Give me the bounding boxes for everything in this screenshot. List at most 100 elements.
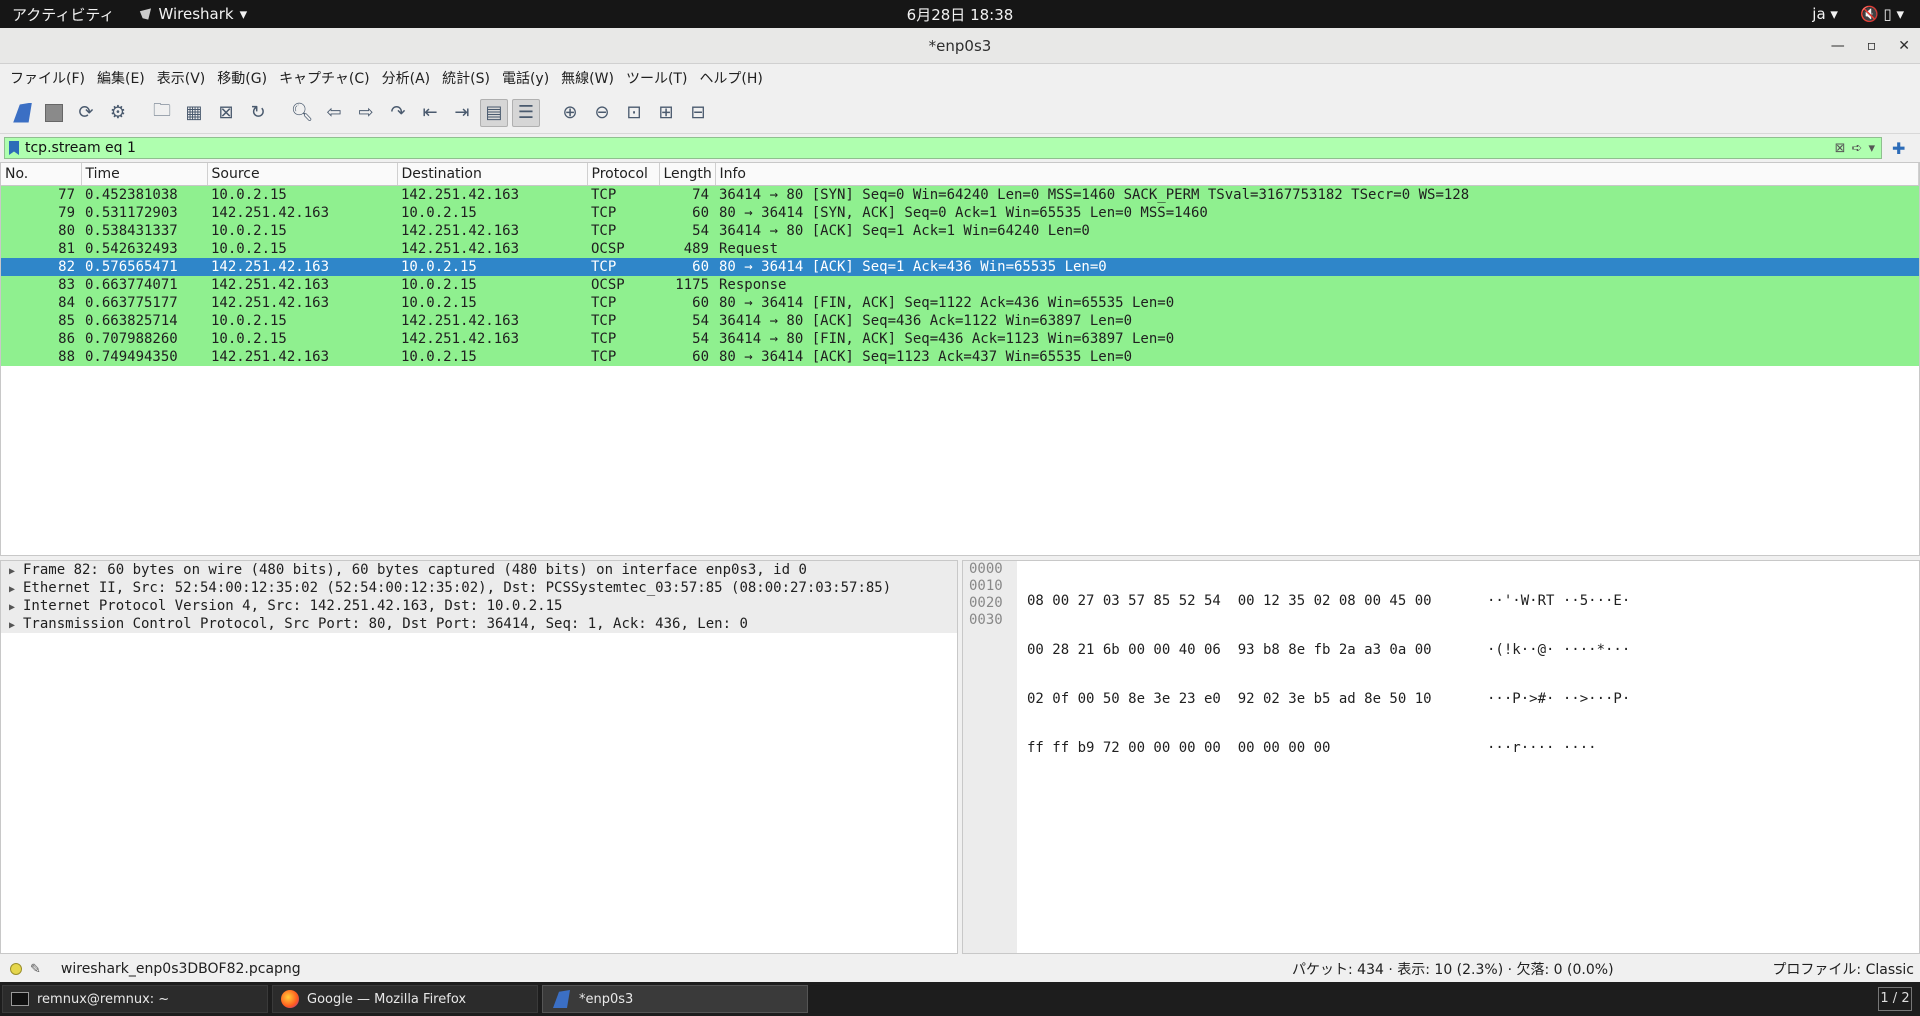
close-file-button[interactable]: ⊠	[212, 99, 240, 127]
taskbar-item-terminal[interactable]: remnux@remnux: ~	[2, 985, 268, 1013]
expand-arrow-icon[interactable]: ▶	[9, 599, 23, 615]
reload-file-button[interactable]: ↻	[244, 99, 272, 127]
packet-row[interactable]: 86 0.707988260 10.0.2.15 142.251.42.163 …	[1, 329, 1919, 348]
packet-row[interactable]: 84 0.663775177 142.251.42.163 10.0.2.15 …	[1, 293, 1919, 312]
minimize-button[interactable]: —	[1831, 28, 1845, 64]
go-forward-button[interactable]: ⇨	[352, 99, 380, 127]
menu-wireless[interactable]: 無線(W)	[555, 68, 620, 88]
column-header-length[interactable]: Length	[659, 163, 716, 186]
expand-arrow-icon[interactable]: ▶	[9, 617, 23, 633]
resize-columns-button[interactable]: ⊞	[652, 99, 680, 127]
terminal-icon	[11, 992, 29, 1006]
packet-row-selected[interactable]: 82 0.576565471 142.251.42.163 10.0.2.15 …	[1, 257, 1919, 276]
expand-arrow-icon[interactable]: ▶	[9, 563, 23, 579]
capture-comment-icon[interactable]: ✎	[30, 962, 41, 977]
system-menu[interactable]: 🔇 ▯ ▾	[1860, 5, 1904, 23]
normal-size-button[interactable]: ⊡	[620, 99, 648, 127]
packet-info: 36414 → 80 [FIN, ACK] Seq=436 Ack=1123 W…	[719, 330, 1175, 347]
clock[interactable]: 6月28日 18:38	[907, 6, 1014, 24]
column-header-protocol[interactable]: Protocol	[587, 163, 660, 186]
packet-protocol: OCSP	[591, 240, 625, 257]
zoom-out-button[interactable]: ⊖	[588, 99, 616, 127]
go-back-button[interactable]: ⇦	[320, 99, 348, 127]
packet-row[interactable]: 77 0.452381038 10.0.2.15 142.251.42.163 …	[1, 185, 1919, 204]
menu-help[interactable]: ヘルプ(H)	[693, 68, 768, 88]
display-filter-input[interactable]	[25, 140, 1835, 156]
packet-row[interactable]: 85 0.663825714 10.0.2.15 142.251.42.163 …	[1, 311, 1919, 330]
apply-filter-icon[interactable]: ➪	[1852, 141, 1863, 156]
last-packet-button[interactable]: ⇥	[448, 99, 476, 127]
taskbar-item-firefox[interactable]: Google — Mozilla Firefox	[272, 985, 538, 1013]
menu-file[interactable]: ファイル(F)	[4, 68, 91, 88]
restart-capture-button[interactable]: ⟳	[72, 99, 100, 127]
menu-view[interactable]: 表示(V)	[151, 68, 212, 88]
go-to-packet-button[interactable]: ↷	[384, 99, 412, 127]
app-menu[interactable]: Wireshark ▾	[126, 5, 259, 23]
packet-row[interactable]: 80 0.538431337 10.0.2.15 142.251.42.163 …	[1, 221, 1919, 240]
menu-tools[interactable]: ツール(T)	[620, 68, 693, 88]
tree-item-ethernet[interactable]: ▶ Ethernet II, Src: 52:54:00:12:35:02 (52…	[1, 579, 957, 597]
expand-arrow-icon[interactable]: ▶	[9, 581, 23, 597]
maximize-button[interactable]: ▫	[1867, 28, 1877, 64]
packet-row[interactable]: 83 0.663774071 142.251.42.163 10.0.2.15 …	[1, 275, 1919, 294]
layout-button[interactable]: ⊟	[684, 99, 712, 127]
auto-scroll-button[interactable]: ▤	[480, 98, 508, 127]
column-header-info[interactable]: Info	[715, 163, 1919, 186]
colorize-button[interactable]: ☰	[512, 98, 540, 127]
tree-item-label: Ethernet II, Src: 52:54:00:12:35:02 (52:…	[23, 580, 892, 596]
menu-capture[interactable]: キャプチャ(C)	[273, 68, 376, 88]
clear-filter-icon[interactable]: ⊠	[1835, 141, 1846, 156]
packet-source: 10.0.2.15	[211, 222, 287, 239]
packet-time: 0.452381038	[85, 186, 178, 203]
last-icon: ⇥	[454, 102, 470, 123]
menu-analyze[interactable]: 分析(A)	[376, 68, 437, 88]
packet-destination: 142.251.42.163	[401, 240, 520, 257]
column-header-no[interactable]: No.	[1, 163, 82, 186]
packet-bytes-pane[interactable]: 0000 0010 0020 0030 08 00 27 03 57 85 52…	[962, 560, 1920, 954]
packet-time: 0.707988260	[85, 330, 178, 347]
taskbar-item-wireshark[interactable]: *enp0s3	[542, 985, 808, 1013]
column-header-destination[interactable]: Destination	[397, 163, 588, 186]
packet-source: 142.251.42.163	[211, 204, 330, 221]
start-capture-button[interactable]	[8, 99, 36, 127]
menu-edit[interactable]: 編集(E)	[91, 68, 151, 88]
close-button[interactable]: ✕	[1898, 28, 1910, 64]
packet-protocol: TCP	[591, 258, 617, 275]
packet-row[interactable]: 81 0.542632493 10.0.2.15 142.251.42.163 …	[1, 239, 1919, 258]
workspace-pager[interactable]: 1 / 2	[1878, 987, 1912, 1011]
tree-item-tcp[interactable]: ▶ Transmission Control Protocol, Src Port…	[1, 615, 957, 633]
packet-info: 36414 → 80 [SYN] Seq=0 Win=64240 Len=0 M…	[719, 186, 1470, 203]
packet-destination: 142.251.42.163	[401, 312, 520, 329]
column-header-source[interactable]: Source	[207, 163, 398, 186]
menu-telephony[interactable]: 電話(y)	[496, 68, 555, 88]
packet-protocol: TCP	[591, 294, 617, 311]
packet-details-pane: ▶ Frame 82: 60 bytes on wire (480 bits), …	[0, 560, 958, 954]
zoom-in-button[interactable]: ⊕	[556, 99, 584, 127]
capture-options-button[interactable]: ⚙	[104, 99, 132, 127]
menu-go[interactable]: 移動(G)	[211, 68, 273, 88]
tree-item-frame[interactable]: ▶ Frame 82: 60 bytes on wire (480 bits), …	[1, 561, 957, 579]
gear-icon: ⚙	[109, 102, 127, 123]
open-file-button[interactable]: 🗀	[148, 99, 176, 127]
profile-indicator[interactable]: プロファイル: Classic	[1772, 959, 1914, 979]
chevron-down-icon: ▾	[239, 5, 248, 23]
first-packet-button[interactable]: ⇤	[416, 99, 444, 127]
save-file-button[interactable]: ▦	[180, 99, 208, 127]
column-header-time[interactable]: Time	[81, 163, 208, 186]
first-icon: ⇤	[422, 102, 438, 123]
tree-item-ip[interactable]: ▶ Internet Protocol Version 4, Src: 142.2…	[1, 597, 957, 615]
filter-history-dropdown[interactable]: ▾	[1868, 141, 1875, 156]
add-filter-button[interactable]: ✚	[1892, 139, 1905, 158]
menu-statistics[interactable]: 統計(S)	[436, 68, 496, 88]
packet-length: 60	[692, 348, 709, 365]
packet-source: 10.0.2.15	[211, 312, 287, 329]
packet-length: 74	[692, 186, 709, 203]
expert-info-icon[interactable]	[10, 963, 22, 975]
packet-row[interactable]: 88 0.749494350 142.251.42.163 10.0.2.15 …	[1, 347, 1919, 366]
find-packet-button[interactable]: 🔍︎	[288, 99, 316, 127]
packet-row[interactable]: 79 0.531172903 142.251.42.163 10.0.2.15 …	[1, 203, 1919, 222]
bookmark-icon[interactable]	[9, 141, 19, 155]
activities-button[interactable]: アクティビティ	[0, 4, 126, 25]
language-indicator[interactable]: ja ▾	[1812, 5, 1838, 23]
stop-capture-button[interactable]	[40, 99, 68, 127]
